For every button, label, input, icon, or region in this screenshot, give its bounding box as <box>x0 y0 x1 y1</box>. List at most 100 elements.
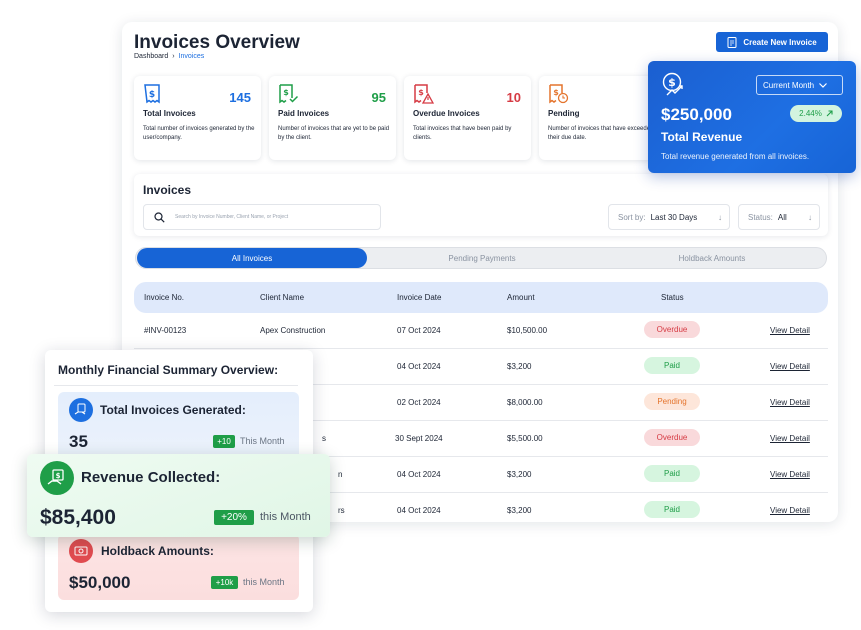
revenue-amount: $250,000 <box>661 105 732 124</box>
view-detail-link[interactable]: View Detail <box>770 362 810 371</box>
stat-value: 10 <box>506 90 521 105</box>
stat-card-paid[interactable]: $ 95 Paid Invoices Number of invoices th… <box>269 76 396 160</box>
amount: $5,500.00 <box>507 434 543 443</box>
chevron-down-icon <box>819 82 828 88</box>
stat-desc: Number of invoices that have exceeded th… <box>548 126 654 141</box>
revenue-growth-icon: $ <box>662 72 683 96</box>
view-detail-link[interactable]: View Detail <box>770 398 810 407</box>
tab-all-invoices[interactable]: All Invoices <box>137 248 367 268</box>
stat-label: Total Invoices <box>143 109 196 118</box>
collected-value: $85,400 <box>40 506 116 529</box>
search-placeholder: Search by Invoice Number, Client Name, o… <box>175 214 289 220</box>
revenue-change-badge: 2.44% <box>790 105 842 122</box>
svg-text:$: $ <box>418 88 424 97</box>
create-invoice-button[interactable]: Create New Invoice <box>716 32 828 52</box>
stat-desc: Total invoices that have been paid by cl… <box>413 126 512 141</box>
revenue-title: Total Revenue <box>661 130 743 144</box>
col-invoice-no: Invoice No. <box>144 293 185 302</box>
amount: $8,000.00 <box>507 398 543 407</box>
sort-dropdown[interactable]: Sort by: Last 30 Days ↓ <box>608 204 730 230</box>
receipt-alert-icon: $ <box>414 84 434 104</box>
revenue-collected-card[interactable]: $ Revenue Collected: $85,400 +20% this M… <box>27 454 330 537</box>
receipt-dollar-icon: $ <box>144 84 160 104</box>
client-name: Apex Construction <box>260 326 326 335</box>
holdback-period: this Month <box>243 577 285 587</box>
invoice-hand-icon <box>69 398 93 422</box>
create-invoice-label: Create New Invoice <box>743 37 817 47</box>
holdback-value: $50,000 <box>69 573 131 592</box>
stat-value: 95 <box>371 90 386 105</box>
holdback-box[interactable]: Holdback Amounts: $50,000 +10k this Mont… <box>58 534 299 600</box>
breadcrumb: Dashboard › Invoices <box>134 53 204 60</box>
receipt-clock-icon: $ <box>549 84 569 104</box>
invoices-title: Invoices <box>143 183 192 197</box>
view-detail-link[interactable]: View Detail <box>770 326 810 335</box>
amount: $10,500.00 <box>507 326 548 335</box>
status-badge: Paid <box>644 501 700 518</box>
status-label: Status: <box>748 212 773 222</box>
tab-holdback-amounts[interactable]: Holdback Amounts <box>597 248 827 268</box>
col-invoice-date: Invoice Date <box>397 293 442 302</box>
stat-desc: Number of invoices that are yet to be pa… <box>278 126 390 141</box>
breadcrumb-invoices[interactable]: Invoices <box>179 53 205 60</box>
sort-label: Sort by: <box>618 212 646 222</box>
holdback-change: +10k <box>211 576 238 589</box>
invoice-date: 30 Sept 2024 <box>395 434 443 443</box>
table-row[interactable]: #INV-00123 Apex Construction 07 Oct 2024… <box>134 313 828 349</box>
search-input[interactable]: Search by Invoice Number, Client Name, o… <box>143 204 381 230</box>
stat-value: 145 <box>229 90 251 105</box>
invoice-tabs: All Invoices Pending Payments Holdback A… <box>135 247 827 269</box>
client-name: n <box>338 470 343 479</box>
svg-text:$: $ <box>553 88 559 97</box>
invoice-date: 04 Oct 2024 <box>397 362 441 371</box>
invoice-no: #INV-00123 <box>144 326 187 335</box>
view-detail-link[interactable]: View Detail <box>770 470 810 479</box>
stat-label: Pending <box>548 109 580 118</box>
svg-text:$: $ <box>149 90 155 100</box>
svg-text:$: $ <box>668 76 676 89</box>
stat-label: Overdue Invoices <box>413 109 480 118</box>
amount: $3,200 <box>507 470 532 479</box>
revenue-desc: Total revenue generated from all invoice… <box>661 152 810 161</box>
invoice-date: 07 Oct 2024 <box>397 326 441 335</box>
status-badge: Paid <box>644 357 700 374</box>
revenue-change: 2.44% <box>799 109 822 118</box>
status-badge: Overdue <box>644 321 700 338</box>
search-icon <box>154 211 165 223</box>
client-name: rs <box>338 506 345 515</box>
breadcrumb-dashboard[interactable]: Dashboard <box>134 53 168 60</box>
tab-pending-payments[interactable]: Pending Payments <box>367 248 597 268</box>
page-title: Invoices Overview <box>134 32 300 53</box>
holdback-label: Holdback Amounts: <box>101 544 214 558</box>
col-amount: Amount <box>507 293 535 302</box>
divider <box>54 385 298 386</box>
period-dropdown[interactable]: Current Month <box>756 75 843 95</box>
status-badge: Paid <box>644 465 700 482</box>
amount: $3,200 <box>507 362 532 371</box>
col-client-name: Client Name <box>260 293 305 302</box>
stat-card-total[interactable]: $ 145 Total Invoices Total number of inv… <box>134 76 261 160</box>
view-detail-link[interactable]: View Detail <box>770 506 810 515</box>
status-value: All <box>777 212 787 222</box>
table-header: Invoice No. Client Name Invoice Date Amo… <box>134 282 828 313</box>
total-invoices-label: Total Invoices Generated: <box>100 403 246 417</box>
stat-label: Paid Invoices <box>278 109 330 118</box>
receipt-check-icon: $ <box>279 84 299 104</box>
invoice-date: 04 Oct 2024 <box>397 506 441 515</box>
view-detail-link[interactable]: View Detail <box>770 434 810 443</box>
svg-text:$: $ <box>283 88 289 97</box>
arrow-down-icon: ↓ <box>718 212 722 222</box>
summary-title: Monthly Financial Summary Overview: <box>58 363 279 377</box>
collected-period: this Month <box>260 511 311 523</box>
invoice-date: 02 Oct 2024 <box>397 398 441 407</box>
invoice-date: 04 Oct 2024 <box>397 470 441 479</box>
trend-up-icon <box>826 110 833 117</box>
stat-card-pending[interactable]: $ 2 Pending Number of invoices that have… <box>539 76 666 160</box>
breadcrumb-separator: › <box>172 53 175 60</box>
stat-desc: Total number of invoices generated by th… <box>143 126 255 141</box>
money-hand-icon: $ <box>40 461 74 495</box>
total-invoices-value: 35 <box>69 432 88 451</box>
collected-label: Revenue Collected: <box>81 469 221 486</box>
stat-card-overdue[interactable]: $ 10 Overdue Invoices Total invoices tha… <box>404 76 531 160</box>
status-dropdown[interactable]: Status: All ↓ <box>738 204 820 230</box>
